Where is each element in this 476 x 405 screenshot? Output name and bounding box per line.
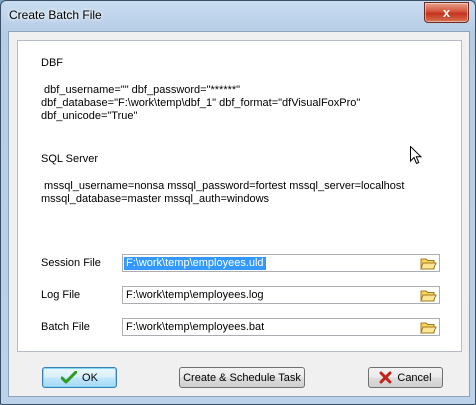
sql-hint-line: mssql_username=nonsa mssql_password=fort…	[41, 180, 405, 192]
dbf-hint-line: dbf_username="" dbf_password="******"	[41, 84, 241, 96]
folder-open-icon	[419, 258, 437, 269]
checkmark-icon	[61, 371, 78, 384]
log-browse-button[interactable]	[418, 287, 438, 303]
sql-server-heading: SQL Server	[41, 153, 99, 165]
create-schedule-task-button[interactable]: Create & Schedule Task	[179, 367, 305, 388]
title-bar[interactable]: Create Batch File x	[1, 1, 475, 31]
folder-open-icon	[419, 322, 437, 333]
batch-file-input[interactable]: F:\work\temp\employees.bat	[122, 318, 440, 336]
session-file-label: Session File	[41, 257, 101, 269]
folder-open-icon	[419, 290, 437, 301]
ok-button-label: OK	[82, 371, 98, 384]
cancel-button-label: Cancel	[397, 371, 432, 384]
x-icon	[379, 371, 392, 384]
close-icon: x	[442, 5, 451, 20]
mouse-cursor-icon	[410, 146, 422, 165]
log-file-input[interactable]: F:\work\temp\employees.log	[122, 286, 440, 304]
session-file-input[interactable]: F:\work\temp\employees.uld	[122, 254, 440, 272]
close-button[interactable]: x	[424, 2, 469, 23]
options-panel: DBF dbf_username="" dbf_password="******…	[17, 40, 462, 352]
batch-file-value: F:\work\temp\employees.bat	[126, 321, 265, 333]
dialog-window: Create Batch File x DBF dbf_username="" …	[0, 0, 476, 405]
dbf-heading: DBF	[41, 57, 63, 69]
dbf-hint-line: dbf_database="F:\work\temp\dbf_1" dbf_fo…	[41, 97, 361, 109]
cancel-button[interactable]: Cancel	[368, 367, 443, 388]
session-file-value: F:\work\temp\employees.uld	[124, 257, 266, 270]
window-title: Create Batch File	[9, 8, 102, 22]
ok-button[interactable]: OK	[42, 367, 117, 388]
sql-hint-line: mssql_database=master mssql_auth=windows	[41, 193, 270, 205]
session-browse-button[interactable]	[418, 255, 438, 271]
batch-browse-button[interactable]	[418, 319, 438, 335]
dialog-body: DBF dbf_username="" dbf_password="******…	[8, 31, 470, 397]
create-schedule-task-label: Create & Schedule Task	[183, 371, 301, 384]
batch-file-label: Batch File	[41, 321, 90, 333]
dbf-hint-line: dbf_unicode="True"	[41, 110, 138, 122]
log-file-value: F:\work\temp\employees.log	[126, 289, 264, 301]
log-file-label: Log File	[41, 289, 81, 301]
